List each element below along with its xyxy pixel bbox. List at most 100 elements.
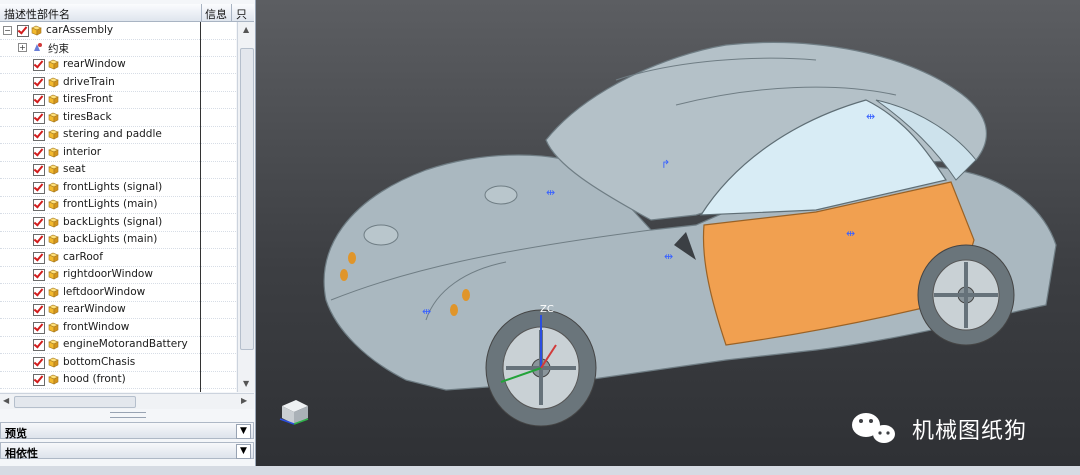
visibility-checkbox[interactable] (33, 181, 45, 194)
part-icon (48, 339, 59, 350)
visibility-checkbox[interactable] (17, 25, 29, 37)
front-signal-light (348, 252, 356, 264)
tree-label-part: interior (63, 145, 102, 158)
view-triad-icon[interactable] (279, 400, 309, 425)
tree-label-constraints: 约束 (48, 43, 69, 55)
visibility-checkbox[interactable] (33, 111, 45, 124)
part-icon (48, 129, 59, 140)
tree-label-part: carRoof (63, 250, 103, 263)
column-readonly-header[interactable]: 只 (236, 6, 247, 22)
constraint-marker-icon: ⇹ (422, 305, 431, 318)
tree-label-part: seat (63, 163, 86, 175)
visibility-checkbox[interactable] (33, 251, 45, 264)
part-icon (48, 182, 59, 192)
part-icon (48, 287, 59, 297)
visibility-checkbox[interactable] (33, 59, 45, 71)
tree-label-part: backLights (main) (63, 233, 158, 245)
scroll-thumb[interactable] (240, 48, 254, 350)
visibility-checkbox[interactable] (33, 94, 45, 106)
visibility-checkbox[interactable] (33, 164, 45, 176)
tree-vertical-scrollbar[interactable]: ▲ ▼ (237, 22, 255, 392)
scroll-up-icon[interactable]: ▲ (243, 25, 249, 34)
scroll-down-icon[interactable]: ▼ (243, 379, 249, 388)
part-icon (48, 252, 59, 262)
visibility-checkbox[interactable] (33, 339, 45, 351)
tree-label-root: carAssembly (46, 24, 114, 36)
visibility-checkbox[interactable] (33, 76, 45, 89)
assembly-icon (31, 25, 42, 36)
wechat-logo (852, 413, 895, 443)
chevron-down-icon[interactable]: ▼ (236, 424, 251, 439)
part-icon (48, 199, 59, 210)
rear-wheel[interactable] (917, 244, 1015, 346)
visibility-checkbox[interactable] (33, 374, 45, 386)
part-icon (48, 304, 59, 315)
dependency-panel[interactable]: 相依性 ▼ (0, 442, 254, 460)
graphics-viewport[interactable]: ZC ⇹ ↱ ⇹ ⇹ ⇹ ⇹ 机械图纸狗 (256, 0, 1080, 475)
tree-label-part: frontLights (main) (63, 198, 158, 210)
front-signal-light (450, 304, 458, 316)
visibility-checkbox[interactable] (33, 129, 45, 141)
preview-panel[interactable]: 预览 ▼ (0, 422, 254, 440)
collapse-icon[interactable]: − (3, 26, 12, 35)
tree-label-part: tiresBack (63, 110, 112, 123)
tree-horizontal-scrollbar[interactable]: ◀ ▶ (0, 393, 254, 409)
constraint-marker-icon: ⇹ (846, 227, 855, 240)
tree-label-part: frontWindow (63, 320, 130, 333)
part-icon (48, 269, 59, 280)
front-signal-light (462, 289, 470, 301)
expand-icon[interactable]: + (18, 43, 27, 52)
part-icon (48, 322, 59, 332)
bottom-toolbar (0, 466, 1080, 475)
part-icon (48, 357, 59, 367)
visibility-checkbox[interactable] (33, 286, 45, 299)
visibility-checkbox[interactable] (33, 304, 45, 316)
visibility-checkbox[interactable] (33, 199, 45, 211)
hscroll-thumb[interactable] (14, 396, 136, 408)
tree-label-part: hood (front) (63, 373, 126, 385)
watermark-text: 机械图纸狗 (912, 419, 1028, 444)
visibility-checkbox[interactable] (33, 146, 45, 159)
part-navigator: 描述性部件名 信息 只 − carAssembly + 约束 rearWindo… (0, 0, 256, 475)
part-icon (48, 94, 59, 105)
zc-axis-label: ZC (540, 304, 554, 315)
part-icon (48, 374, 59, 385)
tree-label-part: stering and paddle (63, 128, 162, 140)
scroll-left-icon[interactable]: ◀ (3, 396, 9, 405)
constraint-marker-icon: ⇹ (866, 110, 875, 123)
hood-vent (363, 224, 399, 246)
tree-label-part: frontLights (signal) (63, 180, 163, 193)
part-icon (48, 234, 59, 245)
column-name-header[interactable]: 描述性部件名 (4, 6, 70, 22)
visibility-checkbox[interactable] (33, 269, 45, 281)
car-model[interactable]: ZC ⇹ ↱ ⇹ ⇹ ⇹ ⇹ (256, 0, 1080, 475)
part-icon (48, 217, 59, 227)
preview-panel-title: 预览 (5, 427, 27, 440)
part-icon (48, 59, 59, 70)
part-icon (48, 164, 59, 175)
scroll-right-icon[interactable]: ▶ (241, 396, 247, 405)
tree-label-part: leftdoorWindow (63, 285, 146, 298)
tree-label-part: driveTrain (63, 75, 115, 88)
constraints-icon (34, 43, 42, 51)
tree-label-part: rearWindow (63, 303, 126, 315)
constraint-marker-icon: ⇹ (664, 250, 673, 263)
constraint-marker-icon: ⇹ (546, 186, 555, 199)
visibility-checkbox[interactable] (33, 234, 45, 246)
tree-label-part: backLights (signal) (63, 215, 163, 228)
visibility-checkbox[interactable] (33, 356, 45, 369)
tree-label-part: bottomChasis (63, 355, 136, 368)
visibility-checkbox[interactable] (33, 321, 45, 334)
constraint-marker-icon: ↱ (661, 158, 670, 171)
tree-label-part: rearWindow (63, 58, 126, 70)
navigator-header: 描述性部件名 信息 只 (0, 4, 254, 22)
hood-vent (484, 185, 518, 205)
visibility-checkbox[interactable] (33, 216, 45, 229)
splitter-grip[interactable] (110, 412, 146, 418)
column-info-header[interactable]: 信息 (205, 6, 227, 22)
part-icon (48, 147, 59, 157)
front-signal-light (340, 269, 348, 281)
chevron-down-icon[interactable]: ▼ (236, 444, 251, 459)
part-icon (48, 112, 59, 122)
tree-label-part: tiresFront (63, 93, 113, 105)
